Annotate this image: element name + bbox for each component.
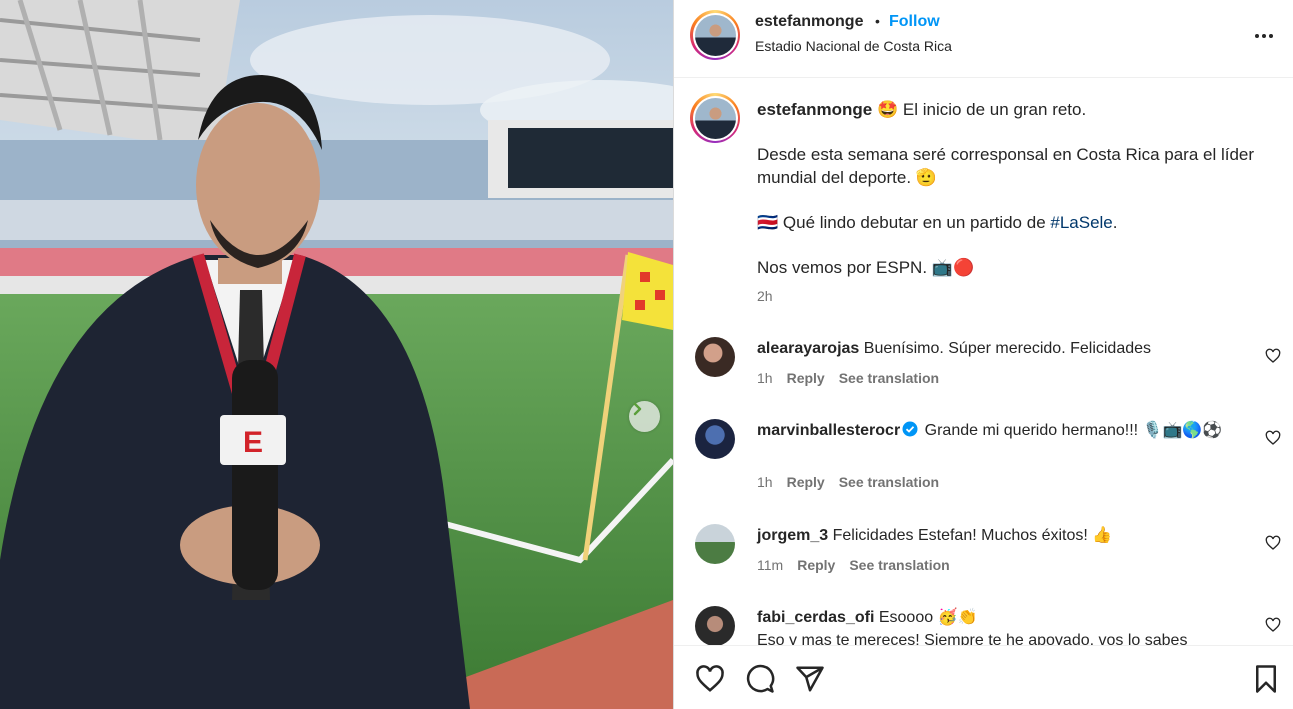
comment-text: jorgem_3 Felicidades Estefan! Muchos éxi… xyxy=(757,524,1247,547)
caption-line3: 🇨🇷 Qué lindo debutar en un partido de xyxy=(757,213,1051,232)
post-image: E xyxy=(0,0,673,709)
comment-body-continued: Eso y mas te mereces! Siempre te he apoy… xyxy=(757,632,1188,645)
follow-button[interactable]: Follow xyxy=(889,13,940,31)
author-username[interactable]: estefanmonge xyxy=(755,13,863,31)
caption-line2: Desde esta semana seré corresponsal en C… xyxy=(757,145,1255,187)
post-location[interactable]: Estadio Nacional de Costa Rica xyxy=(755,38,952,54)
reply-button[interactable]: Reply xyxy=(787,370,825,386)
commenter-username[interactable]: fabi_cerdas_ofi xyxy=(757,609,874,626)
commenter-username[interactable]: jorgem_3 xyxy=(757,527,828,544)
post-details-panel: estefanmonge • Follow Estadio Nacional d… xyxy=(674,0,1293,709)
post-header: estefanmonge • Follow Estadio Nacional d… xyxy=(674,0,1293,78)
comment-meta: 1h Reply See translation xyxy=(757,370,953,386)
comment-time[interactable]: 1h xyxy=(757,370,773,386)
comment-body: Felicidades Estefan! Muchos éxitos! 👍 xyxy=(832,527,1113,544)
caption-avatar[interactable] xyxy=(690,93,740,143)
caption-line1: 🤩 El inicio de un gran reto. xyxy=(876,100,1087,119)
next-photo-button[interactable] xyxy=(629,401,660,432)
comment-body: Grande mi querido hermano!!! 🎙️📺🌎⚽ xyxy=(924,422,1223,439)
caption-text: estefanmonge 🤩 El inicio de un gran reto… xyxy=(757,98,1277,301)
see-translation-button[interactable]: See translation xyxy=(849,557,949,573)
comment-body: Buenísimo. Súper merecido. Felicidades xyxy=(863,340,1152,357)
commenter-avatar[interactable] xyxy=(695,337,735,377)
comment-text: fabi_cerdas_ofi Esoooo 🥳👏 Eso y mas te me… xyxy=(757,606,1247,645)
see-translation-button[interactable]: See translation xyxy=(839,474,939,490)
caption-line4: Nos vemos por ESPN. 📺🔴 xyxy=(757,258,975,277)
caption-timestamp[interactable]: 2h xyxy=(757,288,773,304)
comment-icon[interactable] xyxy=(745,664,775,694)
bookmark-icon[interactable] xyxy=(1251,664,1281,694)
comment-time[interactable]: 1h xyxy=(757,474,773,490)
comment-meta: 11m Reply See translation xyxy=(757,557,964,573)
commenter-avatar[interactable] xyxy=(695,419,735,459)
commenter-username[interactable]: alearayarojas xyxy=(757,340,859,357)
hashtag-link[interactable]: #LaSele xyxy=(1050,213,1112,232)
more-options-icon[interactable] xyxy=(1252,24,1276,48)
caption-username[interactable]: estefanmonge xyxy=(757,100,872,119)
comment-time[interactable]: 11m xyxy=(757,557,783,573)
commenter-avatar[interactable] xyxy=(695,524,735,564)
verified-badge-icon xyxy=(902,421,918,437)
see-translation-button[interactable]: See translation xyxy=(839,370,939,386)
caption-line3-end: . xyxy=(1112,213,1118,232)
comment-meta: 1h Reply See translation xyxy=(757,474,953,490)
comment-text: marvinballesterocr Grande mi querido her… xyxy=(757,419,1247,442)
comment-text: alearayarojas Buenísimo. Súper merecido.… xyxy=(757,337,1247,360)
heart-icon[interactable] xyxy=(1265,348,1281,364)
svg-text:E: E xyxy=(243,426,263,459)
chevron-right-icon xyxy=(633,402,642,416)
post-actions-bar xyxy=(674,645,1293,709)
commenter-avatar[interactable] xyxy=(695,606,735,645)
heart-icon[interactable] xyxy=(695,664,725,694)
reply-button[interactable]: Reply xyxy=(797,557,835,573)
heart-icon[interactable] xyxy=(1265,535,1281,551)
post-photo: E xyxy=(0,0,673,709)
commenter-username[interactable]: marvinballesterocr xyxy=(757,422,900,439)
heart-icon[interactable] xyxy=(1265,617,1281,633)
share-icon[interactable] xyxy=(795,664,825,694)
comments-list[interactable]: estefanmonge 🤩 El inicio de un gran reto… xyxy=(674,79,1293,645)
separator-dot: • xyxy=(875,13,880,29)
author-avatar[interactable] xyxy=(690,10,740,60)
reply-button[interactable]: Reply xyxy=(787,474,825,490)
comment-body: Esoooo 🥳👏 xyxy=(878,609,978,626)
heart-icon[interactable] xyxy=(1265,430,1281,446)
